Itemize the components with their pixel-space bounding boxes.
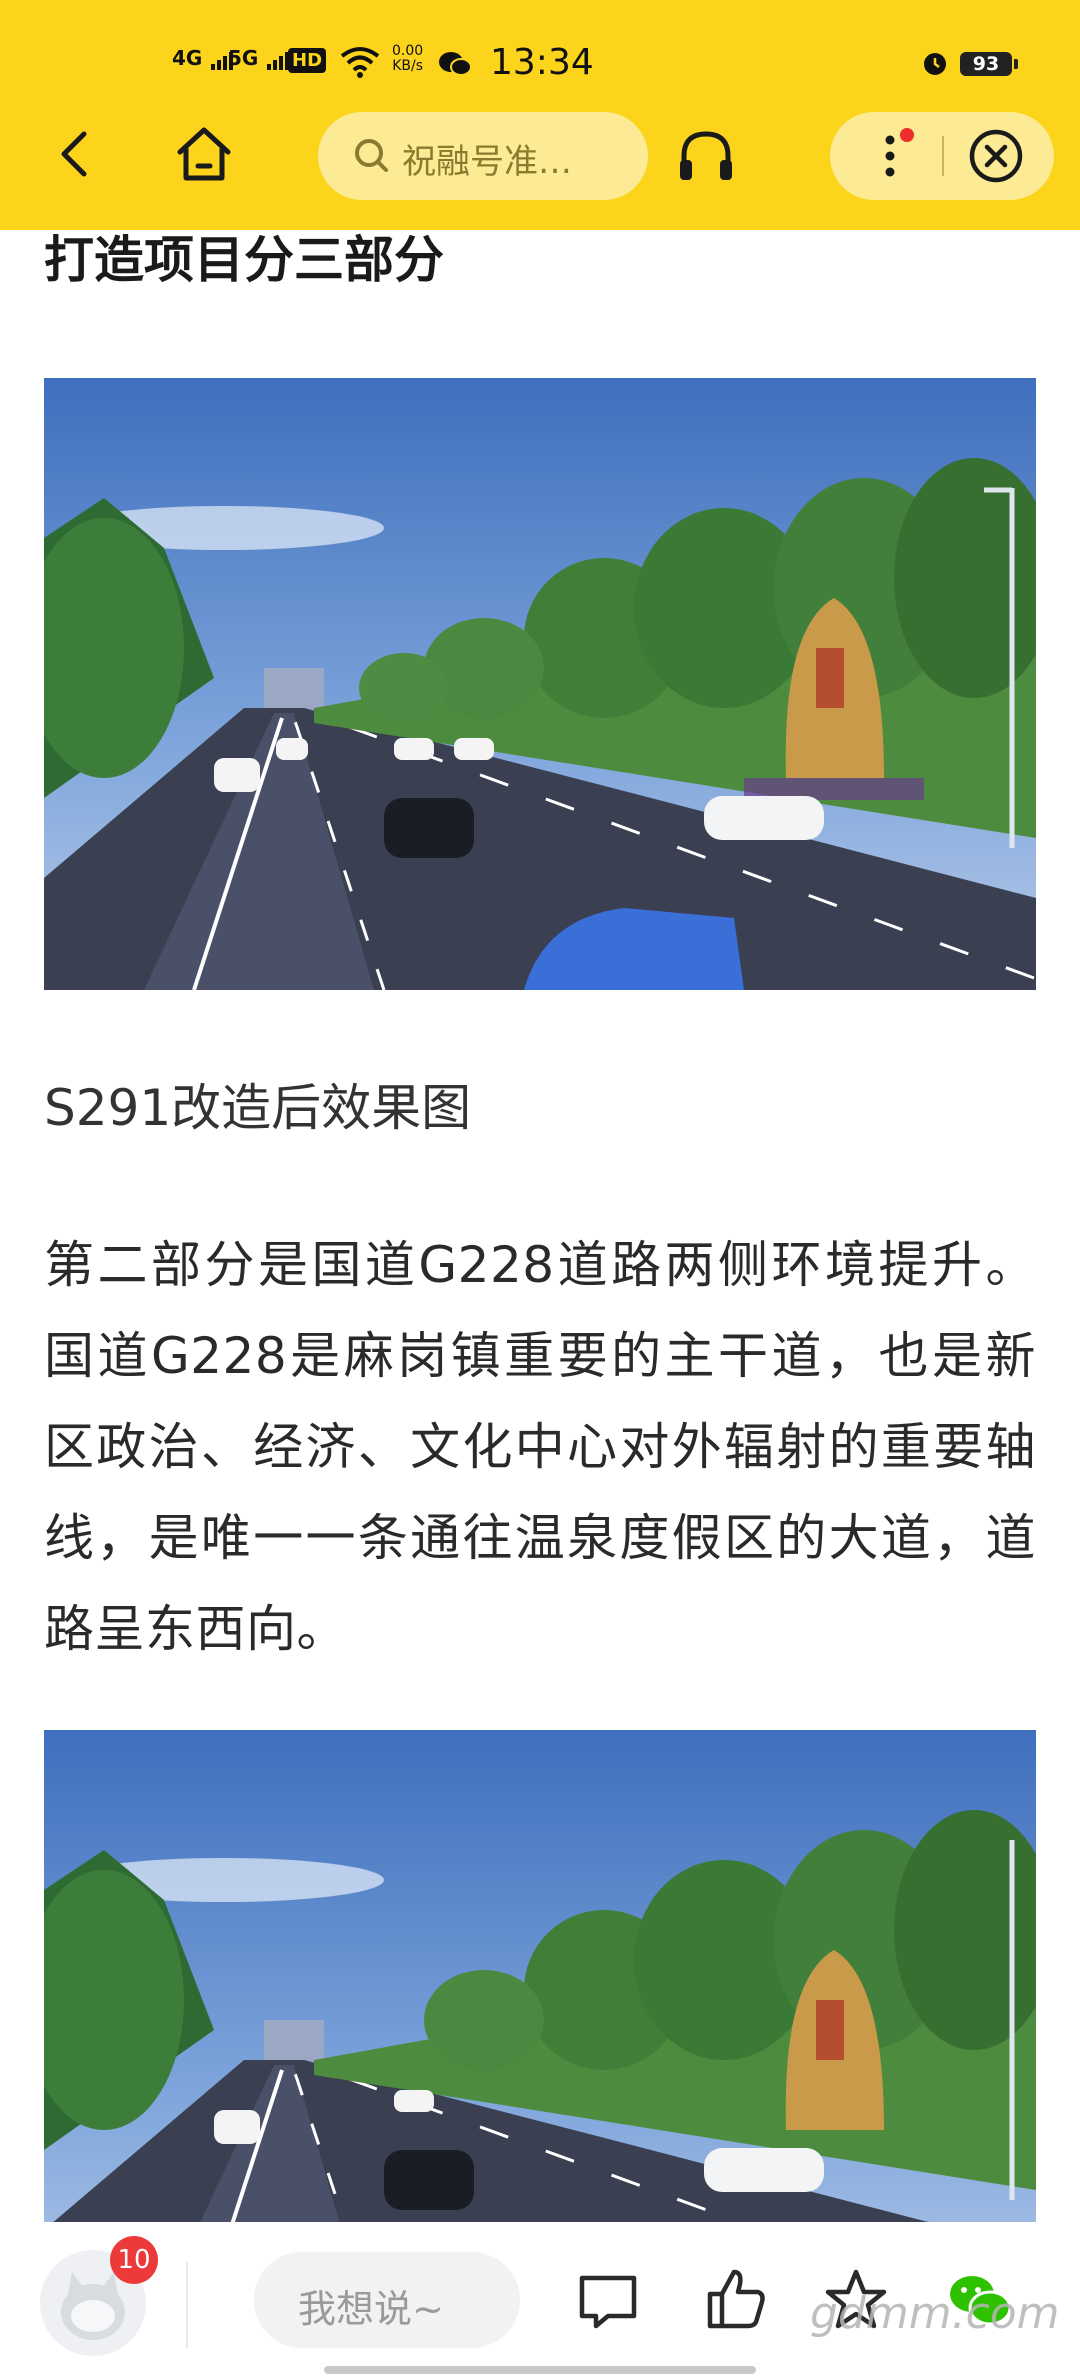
image-caption: S291改造后效果图 xyxy=(44,1079,472,1137)
capsule-divider xyxy=(942,136,944,176)
road-scene-illustration xyxy=(44,378,1036,990)
notification-badge: 10 xyxy=(110,2236,158,2284)
comment-placeholder: 我想说~ xyxy=(298,2287,444,2331)
signal-4g-label: 4G xyxy=(172,46,203,70)
status-bar: 4G 5G HD 0.00 KB/s 13:34 93 xyxy=(0,40,1080,90)
notification-dot xyxy=(900,128,914,142)
search-placeholder: 祝融号准… xyxy=(402,142,572,182)
bottom-divider xyxy=(186,2262,188,2348)
watermark-text: gdmm.com xyxy=(810,2288,1060,2339)
search-icon xyxy=(355,139,388,172)
battery-indicator: 93 xyxy=(960,52,1018,76)
home-icon[interactable] xyxy=(172,122,236,186)
headphones-icon[interactable] xyxy=(674,124,738,188)
mini-app-capsule xyxy=(830,112,1054,200)
road-scene-illustration xyxy=(44,1730,1036,2222)
search-box[interactable]: 祝融号准… xyxy=(318,112,648,200)
wifi-icon xyxy=(340,47,380,78)
network-speed: 0.00 KB/s xyxy=(392,44,423,74)
nav-row: 祝融号准… xyxy=(0,110,1080,202)
signal-5g: 5G xyxy=(228,46,291,70)
top-bar: 4G 5G HD 0.00 KB/s 13:34 93 祝融号准… xyxy=(0,0,1080,230)
comment-icon[interactable] xyxy=(572,2264,644,2336)
comment-input[interactable]: 我想说~ xyxy=(254,2252,520,2348)
back-arrow-icon[interactable] xyxy=(48,124,108,184)
alarm-icon xyxy=(924,53,946,75)
network-speed-value: 0.00 xyxy=(392,43,424,59)
road-rendering-image-1[interactable] xyxy=(44,378,1036,990)
thumbs-up-icon[interactable] xyxy=(700,2264,772,2336)
wechat-status-icon xyxy=(439,52,472,76)
clock: 13:34 xyxy=(490,42,594,83)
hd-voice-badge: HD xyxy=(288,48,327,73)
signal-4g: 4G xyxy=(172,46,235,70)
bottom-bar: 10 我想说~ gdmm.com xyxy=(0,2222,1080,2376)
section-title: 打造项目分三部分 xyxy=(44,231,444,289)
close-icon[interactable] xyxy=(968,128,1024,184)
network-speed-unit: KB/s xyxy=(392,58,423,74)
gesture-home-bar[interactable] xyxy=(324,2366,756,2374)
article-paragraph: 第二部分是国道G228道路两侧环境提升。国道G228是麻岗镇重要的主干道，也是新… xyxy=(44,1236,1036,1658)
signal-5g-label: 5G xyxy=(228,46,259,70)
road-rendering-image-2[interactable] xyxy=(44,1730,1036,2222)
